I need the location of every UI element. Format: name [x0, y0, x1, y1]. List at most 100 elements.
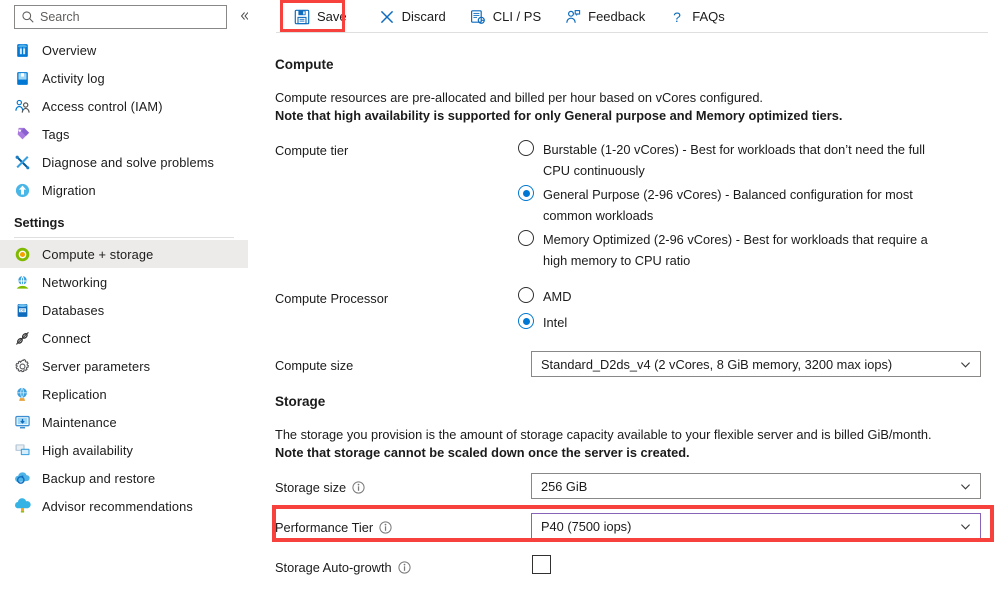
save-button[interactable]: Save [286, 2, 355, 32]
backup-restore-icon [15, 471, 30, 484]
sidebar-group-settings: Settings [14, 215, 65, 230]
sidebar-item-diagnose-and-solve-problems[interactable]: Diagnose and solve problems [0, 148, 248, 176]
sidebar-item-replication[interactable]: Replication [0, 380, 248, 408]
chevron-double-left-icon [240, 12, 248, 20]
command-toolbar: Save Discard CLI / PS Feedback ? FAQs [262, 0, 998, 33]
info-icon[interactable] [398, 561, 411, 574]
sidebar-item-label: Activity log [42, 70, 105, 86]
diagnose-icon [15, 155, 30, 169]
compute-size-label-text: Compute size [275, 358, 354, 373]
database-overview-icon [17, 43, 28, 57]
feedback-person-icon [566, 9, 581, 23]
radio-memory-optimized[interactable] [518, 230, 534, 246]
sidebar-item-networking[interactable]: Networking [0, 268, 248, 296]
sidebar-item-server-parameters[interactable]: Server parameters [0, 352, 248, 380]
compute-section-title: Compute [275, 57, 334, 72]
save-icon [294, 9, 310, 24]
question-mark-icon: ? [673, 9, 681, 25]
sidebar-item-databases[interactable]: DB Databases [0, 296, 248, 324]
sidebar-item-activity-log[interactable]: Activity log [0, 64, 248, 92]
compute-processor-label: Compute Processor [275, 291, 388, 306]
sidebar-item-maintenance[interactable]: Maintenance [0, 408, 248, 436]
radio-burstable-label: Burstable (1-20 vCores) - Best for workl… [543, 142, 925, 178]
access-control-icon [15, 99, 30, 113]
svg-text:?: ? [673, 9, 681, 25]
radio-amd[interactable] [518, 287, 534, 303]
sidebar-item-overview[interactable]: Overview [0, 36, 248, 64]
azure-portal-compute-storage-page: Overview Activity log Access control (IA… [0, 0, 998, 589]
sidebar-item-label: Overview [42, 42, 97, 58]
sidebar-item-high-availability[interactable]: High availability [0, 436, 248, 464]
connect-icon [15, 331, 29, 345]
compute-description-line-1: Compute resources are pre-allocated and … [275, 90, 763, 105]
sidebar-item-compute-storage[interactable]: Compute + storage [0, 240, 248, 268]
compute-processor-option-intel[interactable]: Intel [518, 312, 567, 333]
save-button-label: Save [317, 9, 347, 24]
sidebar-item-label: Connect [42, 330, 91, 346]
storage-section-title: Storage [275, 394, 326, 409]
sidebar-item-label: Databases [42, 302, 105, 318]
compute-storage-form: Compute Compute resources are pre-alloca… [262, 33, 998, 589]
performance-tier-label-text: Performance Tier [275, 520, 374, 535]
sidebar-item-access-control[interactable]: Access control (IAM) [0, 92, 248, 120]
storage-size-dropdown[interactable]: 256 GiB [531, 473, 981, 499]
databases-icon: DB [17, 303, 28, 317]
sidebar-item-connect[interactable]: Connect [0, 324, 248, 352]
storage-autogrowth-label-text: Storage Auto-growth [275, 560, 392, 575]
feedback-button-label: Feedback [588, 9, 646, 24]
replication-globe-icon [17, 387, 27, 401]
compute-tier-option-general-purpose[interactable]: General Purpose (2-96 vCores) - Balanced… [518, 184, 933, 226]
sidebar-item-backup-and-restore[interactable]: Backup and restore [0, 464, 248, 492]
cli-terminal-icon [470, 9, 485, 24]
storage-description-line-1: The storage you provision is the amount … [275, 427, 932, 442]
sidebar-item-label: Diagnose and solve problems [42, 154, 215, 170]
compute-storage-icon [15, 247, 30, 261]
sidebar-item-tags[interactable]: Tags [0, 120, 248, 148]
info-icon[interactable] [379, 521, 392, 534]
discard-button[interactable]: Discard [371, 2, 454, 32]
storage-autogrowth-label: Storage Auto-growth [275, 560, 411, 575]
activity-log-icon [17, 71, 28, 85]
compute-processor-option-amd[interactable]: AMD [518, 286, 571, 307]
faqs-button[interactable]: ? FAQs [661, 2, 733, 32]
storage-autogrowth-checkbox[interactable] [532, 555, 551, 574]
compute-tier-label-text: Compute tier [275, 143, 349, 158]
compute-size-dropdown[interactable]: Standard_D2ds_v4 (2 vCores, 8 GiB memory… [531, 351, 981, 377]
discard-button-label: Discard [401, 9, 446, 24]
search-icon [22, 11, 34, 23]
storage-size-value: 256 GiB [541, 478, 588, 494]
migration-icon [15, 183, 30, 197]
radio-amd-label: AMD [543, 289, 572, 304]
performance-tier-value: P40 (7500 iops) [541, 518, 632, 534]
radio-burstable[interactable] [518, 140, 534, 156]
search-box[interactable] [14, 5, 227, 29]
collapse-sidebar-button[interactable] [235, 6, 248, 26]
feedback-button[interactable]: Feedback [557, 2, 653, 32]
sidebar-item-label: Access control (IAM) [42, 98, 163, 114]
info-icon[interactable] [352, 481, 365, 494]
sidebar-item-advisor-recommendations[interactable]: Advisor recommendations [0, 492, 248, 520]
maintenance-icon [15, 415, 30, 428]
sidebar-item-label: Server parameters [42, 358, 151, 374]
close-icon [380, 10, 393, 23]
radio-general-purpose[interactable] [518, 185, 534, 201]
chevron-down-icon [961, 361, 970, 368]
performance-tier-label: Performance Tier [275, 520, 392, 535]
storage-size-label: Storage size [275, 480, 365, 495]
sidebar-item-label: Tags [42, 126, 70, 142]
radio-intel[interactable] [518, 313, 534, 329]
performance-tier-dropdown[interactable]: P40 (7500 iops) [531, 513, 981, 539]
high-availability-icon [15, 443, 30, 455]
search-input[interactable] [40, 10, 210, 24]
sidebar-item-label: Replication [42, 386, 107, 402]
gear-icon [15, 358, 29, 372]
compute-size-value: Standard_D2ds_v4 (2 vCores, 8 GiB memory… [541, 356, 893, 372]
compute-tier-option-burstable[interactable]: Burstable (1-20 vCores) - Best for workl… [518, 139, 948, 181]
cli-ps-button[interactable]: CLI / PS [462, 2, 549, 32]
compute-tier-option-memory-optimized[interactable]: Memory Optimized (2-96 vCores) - Best fo… [518, 229, 948, 271]
sidebar-item-migration[interactable]: Migration [0, 176, 248, 204]
cli-ps-button-label: CLI / PS [492, 9, 542, 24]
sidebar-item-label: High availability [42, 442, 134, 458]
advisor-icon [15, 497, 31, 513]
radio-memory-optimized-label: Memory Optimized (2-96 vCores) - Best fo… [543, 232, 928, 268]
